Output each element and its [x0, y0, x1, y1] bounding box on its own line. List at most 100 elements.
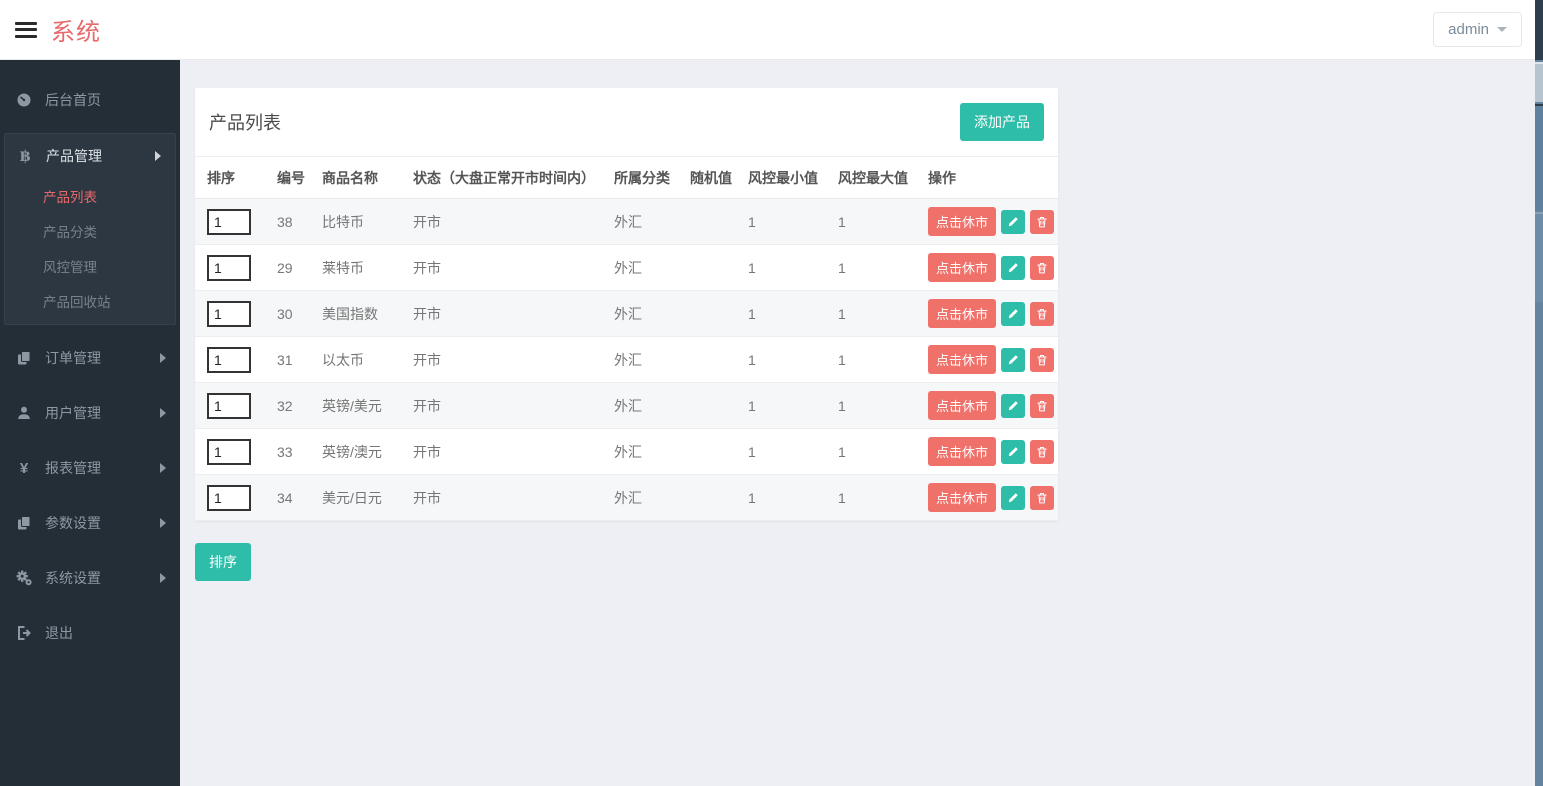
card-header: 产品列表 添加产品: [195, 88, 1058, 156]
user-name: admin: [1448, 21, 1489, 38]
table-row: 33 英镑/澳元 开市 外汇 1 1 点击休市: [195, 428, 1058, 475]
risk-min-cell: 1: [736, 290, 826, 337]
edit-button[interactable]: [1001, 439, 1026, 464]
sidebar-subitem-risk-management[interactable]: 风控管理: [5, 248, 175, 283]
category-cell: 外汇: [602, 336, 678, 383]
delete-button[interactable]: [1030, 347, 1055, 372]
edit-button[interactable]: [1001, 347, 1026, 372]
risk-min-cell: 1: [736, 428, 826, 475]
product-id-cell: 29: [265, 244, 310, 291]
gears-icon: [15, 570, 33, 586]
product-id-cell: 34: [265, 474, 310, 521]
product-list-card: 产品列表 添加产品 排序 编号 商品名称 状态（大盘正常开市时间内） 所属分类 …: [195, 88, 1058, 521]
row-actions: 点击休市: [928, 391, 1058, 420]
close-market-button[interactable]: 点击休市: [928, 299, 997, 328]
yen-icon: ¥: [19, 459, 29, 477]
sidebar-item-label: 报表管理: [45, 460, 101, 476]
dashboard-icon: [15, 92, 33, 108]
sort-order-input[interactable]: [207, 254, 251, 281]
scrollbar[interactable]: [1535, 0, 1543, 786]
sidebar-subitem-product-recycle[interactable]: 产品回收站: [5, 283, 175, 318]
close-market-button[interactable]: 点击休市: [928, 207, 997, 236]
sidebar-item-label: 后台首页: [45, 92, 101, 108]
close-market-button[interactable]: 点击休市: [928, 345, 997, 374]
risk-max-cell: 1: [826, 382, 916, 429]
close-market-button[interactable]: 点击休市: [928, 437, 997, 466]
chevron-right-icon: [155, 151, 161, 161]
product-name-cell: 比特币: [310, 198, 401, 245]
delete-button[interactable]: [1030, 439, 1055, 464]
bitcoin-icon: ฿: [19, 148, 31, 165]
page-title: 产品列表: [209, 113, 281, 133]
sort-order-input[interactable]: [207, 484, 251, 511]
close-market-button[interactable]: 点击休市: [928, 483, 997, 512]
trash-icon: [1036, 216, 1048, 228]
pencil-icon: [1007, 400, 1019, 412]
delete-button[interactable]: [1030, 255, 1055, 280]
category-cell: 外汇: [602, 244, 678, 291]
sidebar-item-dashboard[interactable]: 后台首页: [0, 78, 180, 122]
sidebar-item-label: 产品管理: [46, 148, 102, 164]
edit-button[interactable]: [1001, 485, 1026, 510]
sidebar-subitem-product-category[interactable]: 产品分类: [5, 213, 175, 248]
sort-order-input[interactable]: [207, 300, 251, 327]
main-content: 产品列表 添加产品 排序 编号 商品名称 状态（大盘正常开市时间内） 所属分类 …: [180, 60, 1535, 786]
row-actions: 点击休市: [928, 207, 1058, 236]
col-header-sort: 排序: [195, 156, 265, 199]
sort-order-input[interactable]: [207, 346, 251, 373]
sidebar-subitem-product-list[interactable]: 产品列表: [5, 178, 175, 213]
sidebar-item-report-management[interactable]: ¥ 报表管理: [0, 446, 180, 490]
product-name-cell: 以太币: [310, 336, 401, 383]
hamburger-menu-icon[interactable]: [15, 21, 37, 38]
topbar: 系统 admin: [0, 0, 1543, 60]
pencil-icon: [1007, 354, 1019, 366]
trash-icon: [1036, 308, 1048, 320]
sidebar-item-logout[interactable]: 退出: [0, 611, 180, 655]
delete-button[interactable]: [1030, 209, 1055, 234]
sort-order-input[interactable]: [207, 392, 251, 419]
risk-max-cell: 1: [826, 474, 916, 521]
sidebar-item-label: 订单管理: [45, 350, 101, 366]
user-icon: [15, 405, 33, 421]
chevron-right-icon: [160, 353, 166, 363]
sidebar-group-products: ฿ 产品管理 产品列表 产品分类 风控管理 产品回收站: [4, 133, 176, 325]
table-row: 34 美元/日元 开市 外汇 1 1 点击休市: [195, 474, 1058, 521]
sidebar-item-system-settings[interactable]: 系统设置: [0, 556, 180, 600]
status-cell: 开市: [401, 290, 602, 337]
edit-button[interactable]: [1001, 393, 1026, 418]
close-market-button[interactable]: 点击休市: [928, 391, 997, 420]
random-value-cell: [678, 290, 736, 337]
scrollbar-segment: [1535, 104, 1543, 210]
pencil-icon: [1007, 492, 1019, 504]
sidebar-item-product-management[interactable]: ฿ 产品管理: [5, 134, 175, 178]
sidebar-item-parameter-settings[interactable]: 参数设置: [0, 501, 180, 545]
sidebar-item-user-management[interactable]: 用户管理: [0, 391, 180, 435]
sort-button[interactable]: 排序: [195, 543, 251, 581]
user-dropdown[interactable]: admin: [1433, 12, 1522, 47]
pencil-icon: [1007, 216, 1019, 228]
edit-button[interactable]: [1001, 255, 1026, 280]
sort-order-input[interactable]: [207, 208, 251, 235]
files-icon: [15, 350, 33, 366]
risk-max-cell: 1: [826, 428, 916, 475]
add-product-button[interactable]: 添加产品: [960, 103, 1044, 141]
scrollbar-thumb[interactable]: [1535, 62, 1543, 102]
pencil-icon: [1007, 308, 1019, 320]
risk-max-cell: 1: [826, 336, 916, 383]
trash-icon: [1036, 262, 1048, 274]
product-id-cell: 31: [265, 336, 310, 383]
brand-title: 系统: [51, 19, 101, 46]
category-cell: 外汇: [602, 474, 678, 521]
risk-min-cell: 1: [736, 474, 826, 521]
delete-button[interactable]: [1030, 301, 1055, 326]
sidebar-item-order-management[interactable]: 订单管理: [0, 336, 180, 380]
edit-button[interactable]: [1001, 209, 1026, 234]
sort-order-input[interactable]: [207, 438, 251, 465]
close-market-button[interactable]: 点击休市: [928, 253, 997, 282]
delete-button[interactable]: [1030, 393, 1055, 418]
col-header-risk-max: 风控最大值: [826, 156, 916, 199]
edit-button[interactable]: [1001, 301, 1026, 326]
delete-button[interactable]: [1030, 485, 1055, 510]
risk-max-cell: 1: [826, 244, 916, 291]
product-id-cell: 38: [265, 198, 310, 245]
